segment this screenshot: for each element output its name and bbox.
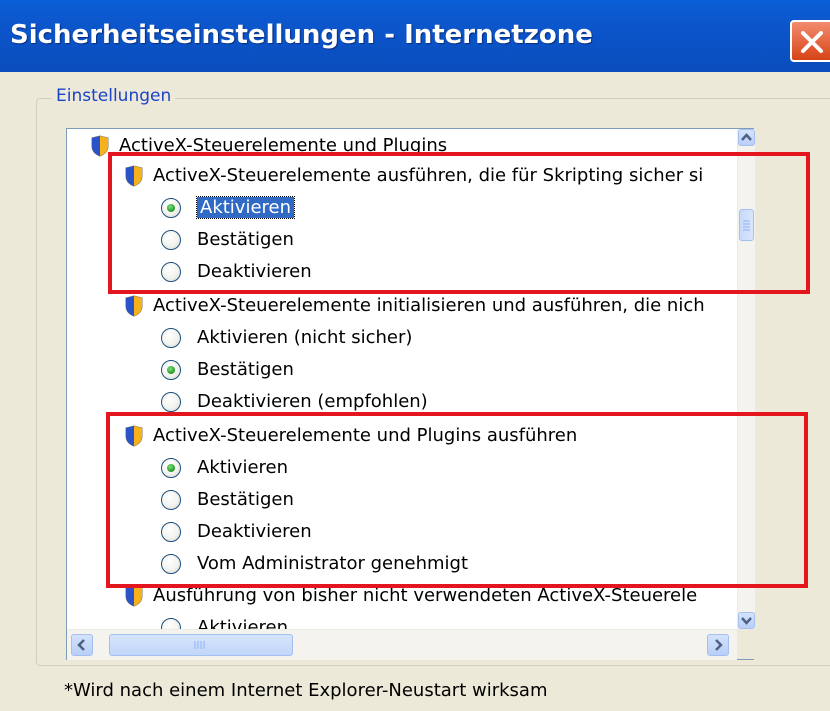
chevron-right-icon xyxy=(715,639,723,651)
chevron-left-icon xyxy=(77,639,85,651)
chevron-down-icon xyxy=(741,617,752,625)
restart-note: *Wird nach einem Internet Explorer-Neust… xyxy=(64,680,548,701)
radio-button[interactable] xyxy=(161,618,181,629)
window-title: Sicherheitseinstellungen - Internetzone xyxy=(10,20,593,50)
radio-button-checked[interactable] xyxy=(161,360,181,380)
setting-label: ActiveX-Steuerelemente initialisieren un… xyxy=(153,295,705,316)
scroll-up-button[interactable] xyxy=(738,129,755,146)
radio-button[interactable] xyxy=(161,328,181,348)
radio-button[interactable] xyxy=(161,392,181,412)
highlight-box-scripting xyxy=(108,152,810,294)
chevron-up-icon xyxy=(741,133,752,141)
close-button[interactable] xyxy=(790,20,830,62)
horizontal-scroll-thumb[interactable] xyxy=(109,634,293,656)
grip-icon xyxy=(194,641,205,649)
scroll-right-button[interactable] xyxy=(707,634,729,656)
scrollbar-corner xyxy=(737,629,754,659)
title-bar: Sicherheitseinstellungen - Internetzone xyxy=(0,0,830,72)
scroll-left-button[interactable] xyxy=(71,634,93,656)
scroll-down-button[interactable] xyxy=(738,612,755,629)
security-shield-icon xyxy=(125,295,143,317)
highlight-box-plugins xyxy=(106,412,808,588)
option-label: Aktivieren xyxy=(197,617,289,629)
option-label: Bestätigen xyxy=(197,359,294,380)
security-shield-icon xyxy=(125,585,143,607)
option-label: Aktivieren (nicht sicher) xyxy=(197,327,413,348)
close-icon xyxy=(801,31,823,53)
horizontal-scrollbar[interactable] xyxy=(67,629,737,660)
settings-group-label: Einstellungen xyxy=(52,86,176,106)
